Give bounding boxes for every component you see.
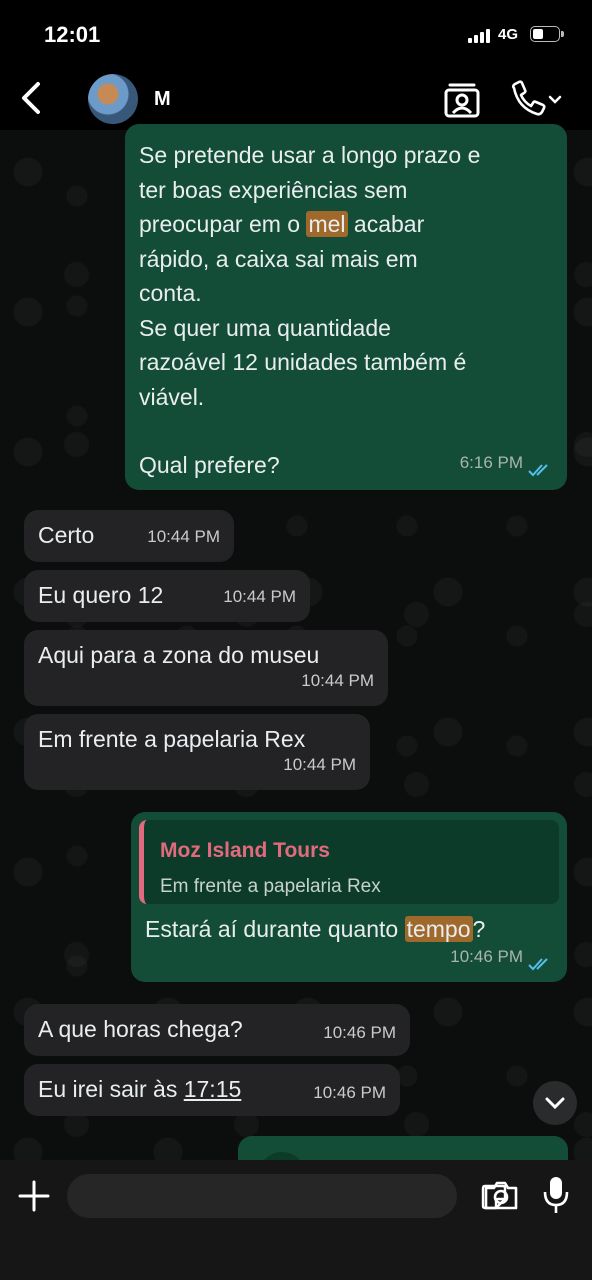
- avatar[interactable]: [88, 74, 138, 124]
- search-highlight: tempo: [404, 916, 473, 942]
- double-check-icon: [528, 464, 548, 477]
- message-text: preocupar em o: [139, 211, 307, 237]
- message-line: Estará aí durante quanto tempo?: [145, 912, 485, 947]
- incoming-message[interactable]: Aqui para a zona do museu 10:44 PM: [24, 630, 388, 706]
- message-line: conta.: [139, 280, 202, 306]
- message-text: acabar: [347, 211, 425, 237]
- status-time: 12:01: [44, 22, 101, 47]
- incoming-message[interactable]: Eu quero 12 10:44 PM: [24, 570, 310, 622]
- message-time: 10:46 PM: [313, 1082, 386, 1102]
- back-arrow-icon[interactable]: [14, 78, 50, 118]
- scroll-to-bottom-button[interactable]: [533, 1081, 577, 1125]
- redaction-mark: [170, 85, 340, 109]
- chat-header: M rs: [0, 70, 592, 130]
- incoming-message[interactable]: A que horas chega? 10:46 PM: [24, 1004, 410, 1056]
- message-input[interactable]: [67, 1174, 507, 1218]
- message-text: Estará aí durante quanto: [145, 916, 405, 942]
- message-time: 6:16 PM: [459, 452, 523, 472]
- plus-icon[interactable]: [14, 1176, 54, 1216]
- message-line: rápido, a caixa sai mais em: [139, 245, 418, 272]
- message-input-bar: [0, 1160, 592, 1280]
- message-time: 10:46 PM: [323, 1022, 396, 1042]
- camera-icon[interactable]: [482, 1176, 520, 1214]
- double-check-icon: [528, 958, 548, 971]
- quoted-message[interactable]: Moz Island Tours Em frente a papelaria R…: [139, 820, 559, 904]
- signal-icon: [468, 29, 490, 43]
- contact-card-icon[interactable]: [440, 78, 484, 122]
- incoming-message[interactable]: Eu irei sair às 17:15 10:46 PM: [24, 1064, 400, 1116]
- message-line: preocupar em o mel acabar: [139, 207, 559, 242]
- message-time: 10:44 PM: [301, 670, 374, 690]
- phone-chevron-icon[interactable]: [506, 78, 566, 122]
- message-text: Eu irei sair às: [38, 1076, 184, 1102]
- message-line: Se pretende usar a longo prazo e: [139, 142, 481, 168]
- message-text: Certo: [38, 522, 95, 548]
- message-line: ter boas experiências sem: [139, 176, 408, 203]
- incoming-message[interactable]: Certo 10:44 PM: [24, 510, 234, 562]
- message-time: 10:46 PM: [450, 946, 523, 966]
- quoted-author: Moz Island Tours: [160, 839, 330, 862]
- incoming-message[interactable]: Em frente a papelaria Rex 10:44 PM: [24, 714, 370, 790]
- outgoing-message[interactable]: Se pretende usar a longo prazo e ter boa…: [125, 124, 567, 490]
- message-text: ?: [472, 916, 486, 942]
- network-label: 4G: [498, 26, 519, 43]
- message-line: viável.: [139, 383, 205, 410]
- message-text: A que horas chega?: [38, 1016, 243, 1042]
- microphone-icon[interactable]: [540, 1174, 572, 1216]
- message-text: Aqui para a zona do museu: [38, 642, 320, 668]
- message-line: Eu irei sair às 17:15: [38, 1072, 241, 1107]
- message-line: Se quer uma quantidade: [139, 314, 391, 341]
- status-bar: 12:01 4G: [0, 0, 592, 70]
- outgoing-reply-message[interactable]: Moz Island Tours Em frente a papelaria R…: [131, 812, 567, 982]
- message-time: 10:44 PM: [283, 754, 356, 774]
- quoted-text: Em frente a papelaria Rex: [160, 876, 381, 897]
- message-text: Eu quero 12: [38, 582, 164, 608]
- battery-icon: [530, 26, 564, 42]
- chevron-down-icon: [545, 1097, 565, 1110]
- time-link[interactable]: 17:15: [184, 1076, 242, 1102]
- message-text: Em frente a papelaria Rex: [38, 726, 306, 752]
- message-time: 10:44 PM: [147, 526, 220, 546]
- message-line: razoável 12 unidades também é: [139, 349, 467, 375]
- message-time: 10:44 PM: [223, 586, 296, 606]
- search-highlight: mel: [306, 211, 348, 237]
